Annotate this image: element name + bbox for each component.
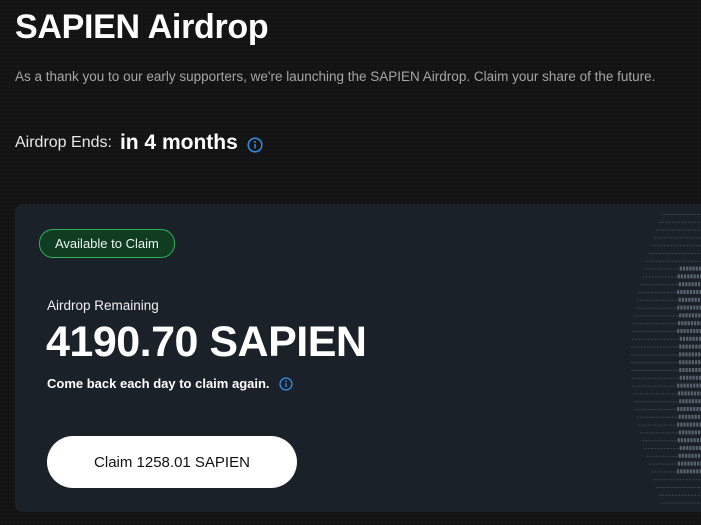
- comeback-text: Come back each day to claim again.: [47, 376, 270, 391]
- airdrop-remaining-value: 4190.70 SAPIEN: [46, 318, 367, 366]
- comeback-note: Come back each day to claim again.: [47, 376, 293, 391]
- status-badge: Available to Claim: [39, 229, 175, 258]
- claim-button[interactable]: Claim 1258.01 SAPIEN: [47, 436, 297, 488]
- info-icon[interactable]: [247, 136, 263, 153]
- airdrop-card: Available to Claim Airdrop Remaining 419…: [15, 204, 701, 512]
- page-subtitle: As a thank you to our early supporters, …: [15, 69, 656, 84]
- airdrop-ends-row: Airdrop Ends: in 4 months: [15, 131, 263, 155]
- ascii-pattern-decoration: [631, 214, 701, 504]
- info-icon[interactable]: [278, 376, 293, 391]
- page-title: SAPIEN Airdrop: [15, 8, 269, 46]
- airdrop-ends-label: Airdrop Ends:: [15, 134, 112, 151]
- airdrop-remaining-label: Airdrop Remaining: [47, 298, 159, 313]
- airdrop-ends-value: in 4 months: [119, 131, 238, 154]
